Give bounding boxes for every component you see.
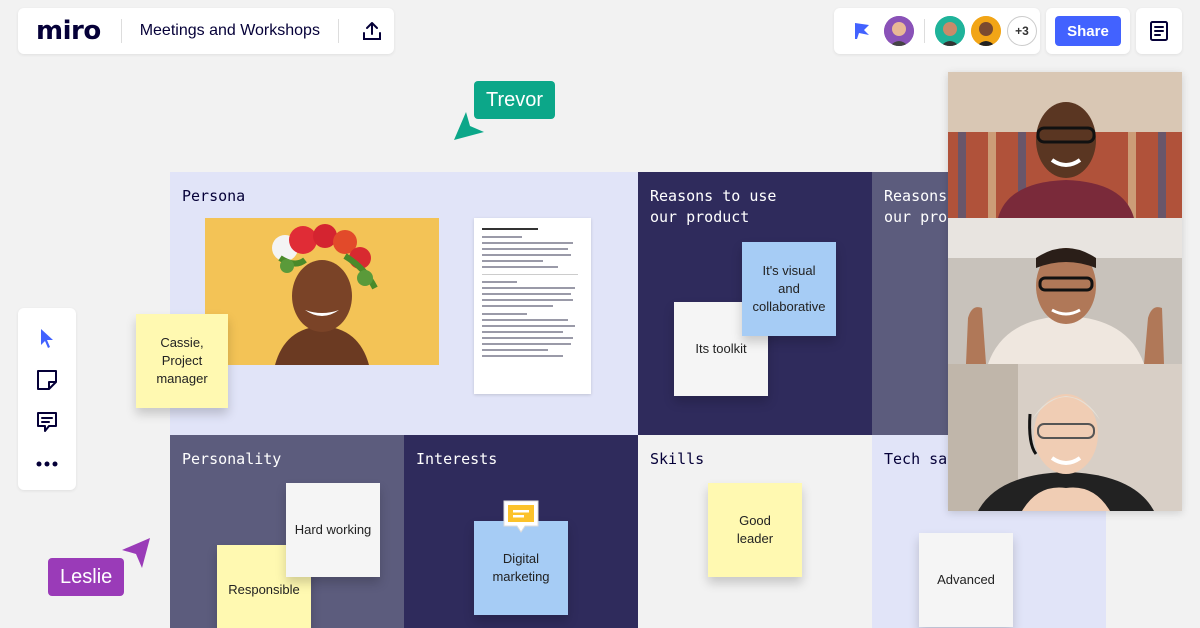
cursor-label-leslie: Leslie — [48, 558, 125, 596]
share-container: Share — [1046, 8, 1130, 54]
comment-icon — [37, 412, 57, 432]
sticky-visual-text: It's visual and collaborative — [752, 263, 826, 314]
collaborators-divider — [924, 19, 925, 43]
participant-2-video — [948, 218, 1182, 364]
video-tile-participant-2[interactable] — [948, 218, 1182, 364]
board-header: miro Meetings and Workshops — [18, 8, 394, 54]
share-button[interactable]: Share — [1055, 16, 1121, 46]
doc-line — [482, 337, 573, 339]
doc-line — [482, 305, 553, 307]
doc-line — [482, 313, 528, 315]
doc-line — [482, 293, 571, 295]
reasons-title-2: Reasons our prod — [884, 187, 957, 226]
sticky-advanced-text: Advanced — [937, 572, 995, 587]
tech-title: Tech sav — [884, 450, 957, 468]
sticky-hard-working-text: Hard working — [294, 522, 372, 537]
avatar[interactable] — [935, 16, 965, 46]
miro-logo[interactable]: miro — [36, 16, 101, 46]
flag-icon — [855, 23, 869, 39]
sticky-visual[interactable]: It's visual and collaborative — [742, 242, 836, 336]
export-button[interactable] — [357, 16, 387, 46]
doc-line — [482, 248, 568, 250]
persona-photo-illustration — [205, 218, 439, 365]
video-tile-participant-1[interactable] — [948, 72, 1182, 218]
doc-line — [482, 355, 563, 357]
doc-line — [482, 319, 568, 321]
doc-line — [482, 260, 543, 262]
sticky-responsible-text: Responsible — [228, 582, 300, 597]
doc-line — [482, 266, 558, 268]
doc-line — [482, 228, 538, 230]
cursor-trevor-arrow-icon — [454, 112, 484, 140]
doc-line — [482, 254, 571, 256]
select-tool[interactable] — [34, 326, 60, 350]
video-call-panel[interactable] — [948, 72, 1182, 511]
sticky-good-leader[interactable]: Good leader — [708, 483, 802, 577]
cursor-trevor-name: Trevor — [486, 88, 544, 111]
document-icon — [1150, 21, 1168, 41]
video-tile-participant-3[interactable] — [948, 364, 1182, 511]
reactions-button[interactable] — [848, 17, 876, 45]
doc-line — [482, 236, 523, 238]
header-divider — [337, 19, 339, 43]
sticky-hard-working[interactable]: Hard working — [286, 483, 380, 577]
sticky-digital-text: Digital marketing — [492, 551, 550, 584]
select-icon — [41, 329, 53, 348]
avatar-face — [971, 16, 1001, 46]
doc-line — [482, 281, 518, 283]
persona-title: Persona — [182, 187, 246, 205]
interests-title: Interests — [416, 450, 498, 468]
doc-line — [482, 343, 571, 345]
doc-line — [482, 274, 578, 275]
more-tools[interactable] — [34, 452, 60, 476]
doc-line — [482, 349, 548, 351]
board-title[interactable]: Meetings and Workshops — [140, 22, 320, 40]
sticky-good-leader-text: Good leader — [736, 513, 774, 546]
left-toolbar — [18, 308, 76, 490]
persona-photo[interactable] — [205, 218, 439, 365]
cursor-leslie-arrow-icon — [122, 538, 150, 568]
skills-title: Skills — [650, 450, 705, 468]
participant-3-video — [948, 364, 1182, 511]
sticky-advanced[interactable]: Advanced — [919, 533, 1013, 627]
comment-badge[interactable] — [501, 498, 541, 536]
doc-line — [482, 331, 563, 333]
notes-button[interactable] — [1136, 8, 1182, 54]
more-icon — [36, 461, 58, 467]
doc-line — [482, 242, 573, 244]
personality-title: Personality — [182, 450, 282, 468]
sticky-note-tool[interactable] — [34, 368, 60, 392]
header-divider — [120, 19, 122, 43]
sticky-note-icon — [37, 370, 57, 390]
upload-icon — [362, 22, 381, 40]
sticky-cassie[interactable]: Cassie, Project manager — [136, 314, 228, 408]
avatar[interactable] — [884, 16, 914, 46]
sticky-cassie-text: Cassie, Project manager — [156, 335, 208, 386]
more-collaborators-count[interactable]: +3 — [1007, 16, 1037, 46]
participant-1-video — [948, 72, 1182, 218]
cursor-label-trevor: Trevor — [474, 81, 556, 119]
collaborators-bar: +3 — [834, 8, 1040, 54]
doc-line — [482, 299, 573, 301]
comment-bubble-icon — [503, 500, 539, 533]
reasons-title: Reasons to use our product — [650, 187, 777, 226]
sticky-toolkit-text: Its toolkit — [695, 341, 747, 356]
comment-tool[interactable] — [34, 410, 60, 434]
avatar-face — [935, 16, 965, 46]
research-document[interactable] — [474, 218, 591, 394]
doc-line — [482, 287, 575, 289]
avatar[interactable] — [971, 16, 1001, 46]
doc-line — [482, 325, 575, 327]
cursor-leslie-name: Leslie — [60, 565, 113, 588]
avatar-face — [884, 16, 914, 46]
